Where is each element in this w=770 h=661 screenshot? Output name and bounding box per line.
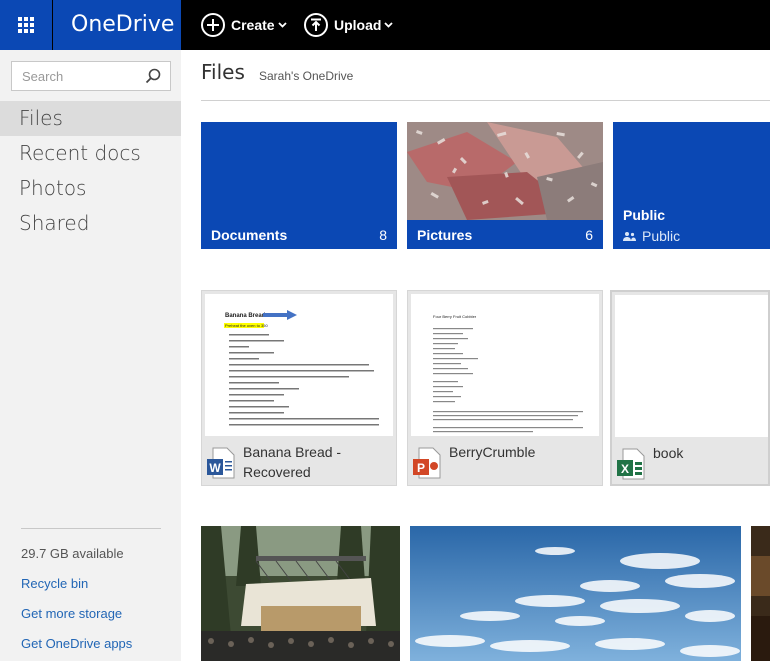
chevron-down-icon [277,20,287,31]
upload-button[interactable]: Upload [304,0,394,50]
search-input[interactable] [20,67,138,85]
nav-item-files[interactable]: Files [0,101,181,136]
preview-title: Banana Bread [225,313,266,319]
sharing-status: Public [623,228,680,244]
nav-item-photos[interactable]: Photos [0,171,181,206]
folder-name: Documents [211,227,288,243]
folder-tile-public[interactable]: Public Public [613,122,770,249]
photo-tile-partial[interactable] [751,526,770,661]
chevron-down-icon [384,20,394,31]
folder-count: 6 [585,227,593,243]
nav-item-recent-docs[interactable]: Recent docs [0,136,181,171]
get-apps-link[interactable]: Get OneDrive apps [21,629,161,659]
folder-tile-documents[interactable]: Documents 8 [201,122,397,249]
sky-photo [410,526,741,661]
powerpoint-icon: P [413,447,441,479]
upload-icon [304,13,328,37]
nav-list: Files Recent docs Photos Shared [0,101,181,241]
doc-name: book [653,445,684,461]
document-preview: Banana Bread Preheat the oven to 350 [224,310,379,426]
folder-name: Public [623,207,666,223]
svg-text:P: P [417,461,425,475]
create-label: Create [231,17,275,33]
waffle-icon [18,17,34,33]
preview-highlight: Preheat the oven to 350 [225,323,268,328]
doc-tile-book[interactable]: X book [610,290,770,486]
header-divider [201,100,770,101]
storage-available: 29.7 GB available [21,546,124,561]
sidebar-footer: 29.7 GB available Recycle bin Get more s… [21,528,161,659]
folder-count: 8 [379,227,387,243]
create-button[interactable]: Create [201,0,287,50]
folder-name: Pictures [417,227,473,243]
concert-photo [201,526,400,661]
sharing-label: Public [642,228,681,244]
plus-icon [201,13,225,37]
preview-title: Four Berry Fruit Cobbler [433,314,477,319]
breadcrumb[interactable]: Sarah's OneDrive [259,69,353,83]
doc-tile-banana-bread[interactable]: Banana Bread Preheat the oven to 350 W B… [201,290,397,486]
excel-icon: X [617,448,645,480]
doc-thumbnail: Four Berry Fruit Cobbler [411,294,599,436]
get-more-storage-link[interactable]: Get more storage [21,599,161,629]
nav-item-shared[interactable]: Shared [0,206,181,241]
partial-photo [751,526,770,661]
top-bar: OneDrive Create Upload [0,0,770,50]
upload-label: Upload [334,17,382,33]
doc-thumbnail: Banana Bread Preheat the oven to 350 [205,294,393,436]
svg-text:X: X [621,462,629,476]
doc-thumbnail [615,295,768,437]
doc-name: BerryCrumble [449,444,536,460]
doc-name: Banana Bread - Recovered [243,444,342,480]
page-title: Files [201,60,245,84]
svg-text:W: W [209,461,221,475]
doc-tile-berrycrumble[interactable]: Four Berry Fruit Cobbler P BerryCrumble [407,290,603,486]
document-preview: Four Berry Fruit Cobbler [433,314,583,433]
search-box [11,61,171,91]
photo-tile-sky[interactable] [410,526,741,661]
photo-tile-concert[interactable] [201,526,400,661]
folder-tile-pictures[interactable]: Pictures 6 [407,122,603,249]
sidebar: Files Recent docs Photos Shared 29.7 GB … [0,50,181,661]
search-icon[interactable] [145,68,161,84]
people-icon [623,232,636,241]
word-icon: W [207,447,235,479]
recycle-bin-link[interactable]: Recycle bin [21,569,161,599]
app-launcher-button[interactable] [0,0,52,50]
brand-title[interactable]: OneDrive [53,0,181,50]
folder-thumbnail-image [407,122,603,220]
